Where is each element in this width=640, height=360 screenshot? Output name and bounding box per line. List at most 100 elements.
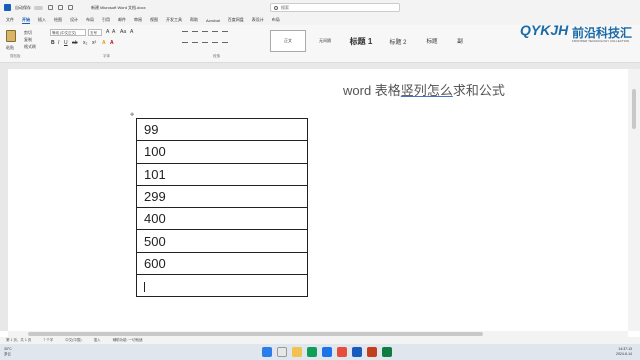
page-count[interactable]: 第 1 页，共 1 页: [6, 338, 31, 343]
menu-tab[interactable]: 插入: [38, 17, 46, 23]
numbering-icon[interactable]: [192, 31, 198, 32]
edge-icon[interactable]: [322, 347, 332, 357]
horizontal-scrollbar-thumb[interactable]: [28, 332, 483, 336]
accessibility-status[interactable]: 辅助功能: 一切就绪: [113, 338, 143, 343]
table-cell[interactable]: 99: [136, 117, 308, 142]
document-heading[interactable]: word 表格竖列怎么求和公式: [343, 80, 505, 99]
table-cell[interactable]: 500: [136, 229, 308, 253]
vertical-scrollbar[interactable]: [628, 69, 640, 331]
document-title: 新建 Microsoft Word 文档.docx: [91, 4, 146, 10]
subscript-icon[interactable]: x₂: [83, 40, 87, 46]
table-cell[interactable]: 600: [136, 251, 308, 276]
bold-icon[interactable]: B: [51, 40, 55, 46]
increase-indent-icon[interactable]: [222, 31, 228, 32]
file-explorer-icon[interactable]: [292, 347, 302, 357]
table-cell[interactable]: 101: [136, 162, 308, 186]
menu-tab[interactable]: 设计: [70, 17, 78, 23]
shrink-font-icon[interactable]: A: [112, 29, 115, 35]
weather-temperature: 30°C: [4, 347, 12, 351]
decrease-indent-icon[interactable]: [212, 31, 218, 32]
menu-tab[interactable]: 邮件: [118, 17, 126, 23]
style-subtitle[interactable]: 副: [450, 30, 470, 52]
copy-button[interactable]: 复制: [24, 37, 32, 43]
menu-tab[interactable]: Acrobat: [206, 18, 220, 23]
menu-tab[interactable]: 绘图: [54, 17, 62, 23]
search-taskbar-icon[interactable]: [277, 347, 287, 357]
save-icon[interactable]: [48, 5, 53, 10]
heading-part-4: 求和公式: [452, 83, 505, 98]
heading-part-3: 怎么: [426, 83, 453, 98]
search-input[interactable]: 搜索: [270, 3, 400, 12]
language-indicator[interactable]: 中文(中国): [65, 338, 81, 343]
menu-tab[interactable]: 视图: [150, 17, 158, 23]
data-table: 99 100 101 299 400 500 600: [136, 117, 308, 298]
line-spacing-icon[interactable]: [222, 42, 228, 43]
menu-tab[interactable]: 百度网盘: [228, 17, 244, 23]
powerpoint-taskbar-icon[interactable]: [367, 347, 377, 357]
align-left-icon[interactable]: [182, 42, 188, 43]
justify-icon[interactable]: [212, 42, 218, 43]
redo-icon[interactable]: [68, 5, 73, 10]
style-heading-1[interactable]: 标题 1: [342, 30, 380, 52]
menu-tab[interactable]: 开发工具: [166, 17, 182, 23]
table-cell[interactable]: [136, 274, 308, 298]
font-name-select[interactable]: 等线 (中文正文): [50, 29, 86, 36]
table-move-handle[interactable]: ✥: [130, 113, 135, 118]
clipboard-group: 粘贴 剪切 复制 格式刷 剪贴板: [4, 28, 44, 60]
menu-tab[interactable]: 表设计: [252, 17, 264, 23]
menu-tab[interactable]: 文件: [6, 17, 14, 23]
cut-button[interactable]: 剪切: [24, 30, 32, 36]
menu-tab[interactable]: 审阅: [134, 17, 142, 23]
paste-button[interactable]: 粘贴: [6, 45, 14, 51]
system-clock[interactable]: 14:37:13 2024-6-14: [616, 347, 632, 356]
style-title[interactable]: 标题: [418, 30, 446, 52]
multilevel-list-icon[interactable]: [202, 31, 208, 32]
superscript-icon[interactable]: x²: [92, 40, 96, 46]
paste-icon[interactable]: [6, 30, 16, 42]
menu-tab[interactable]: 引用: [102, 17, 110, 23]
underline-icon[interactable]: U: [64, 40, 68, 46]
font-size-select[interactable]: 五号: [88, 29, 102, 36]
document-page[interactable]: [8, 69, 628, 331]
autosave-toggle[interactable]: [34, 5, 43, 10]
vertical-ruler[interactable]: [0, 69, 8, 331]
change-case-icon[interactable]: Aa: [120, 29, 126, 35]
app-icon-red[interactable]: [337, 347, 347, 357]
undo-icon[interactable]: [58, 5, 63, 10]
highlight-icon[interactable]: A: [102, 40, 106, 46]
font-color-icon[interactable]: A: [110, 40, 114, 46]
table-row: 600: [136, 251, 308, 276]
browser-icon[interactable]: [307, 347, 317, 357]
style-heading-2[interactable]: 标题 2: [382, 30, 414, 52]
insert-mode[interactable]: 插入: [94, 338, 101, 343]
excel-taskbar-icon[interactable]: [382, 347, 392, 357]
menu-tab[interactable]: 布局: [272, 17, 280, 23]
word-taskbar-icon[interactable]: [352, 347, 362, 357]
strikethrough-icon[interactable]: ab: [72, 40, 78, 46]
grow-font-icon[interactable]: A: [106, 29, 109, 35]
vertical-scrollbar-thumb[interactable]: [632, 89, 636, 129]
clear-format-icon[interactable]: A: [130, 29, 133, 35]
menu-tab[interactable]: 开始: [22, 17, 30, 24]
align-center-icon[interactable]: [192, 42, 198, 43]
weather-widget[interactable]: 30°C 多云: [4, 347, 12, 356]
align-right-icon[interactable]: [202, 42, 208, 43]
table-cell[interactable]: 299: [136, 184, 308, 209]
table-cell[interactable]: 400: [136, 207, 308, 231]
style-no-spacing[interactable]: 无间隔: [310, 30, 340, 52]
word-count[interactable]: 7 个字: [43, 338, 53, 343]
bullets-icon[interactable]: [182, 31, 188, 32]
clock-time: 14:37:13: [618, 347, 632, 351]
menu-tab[interactable]: 帮助: [190, 17, 198, 23]
menu-tab[interactable]: 布局: [86, 17, 94, 23]
font-group-label: 字体: [103, 54, 110, 58]
clipboard-group-label: 剪贴板: [10, 54, 21, 58]
start-icon[interactable]: [262, 347, 272, 357]
weather-condition: 多云: [4, 351, 11, 356]
table-cell[interactable]: 100: [136, 140, 308, 164]
style-normal[interactable]: 正文: [270, 30, 306, 52]
format-painter-button[interactable]: 格式刷: [24, 44, 36, 50]
table-row: 99: [136, 117, 308, 142]
status-bar: 第 1 页，共 1 页 7 个字 中文(中国) 插入 辅助功能: 一切就绪: [0, 337, 640, 344]
italic-icon[interactable]: I: [58, 40, 59, 46]
